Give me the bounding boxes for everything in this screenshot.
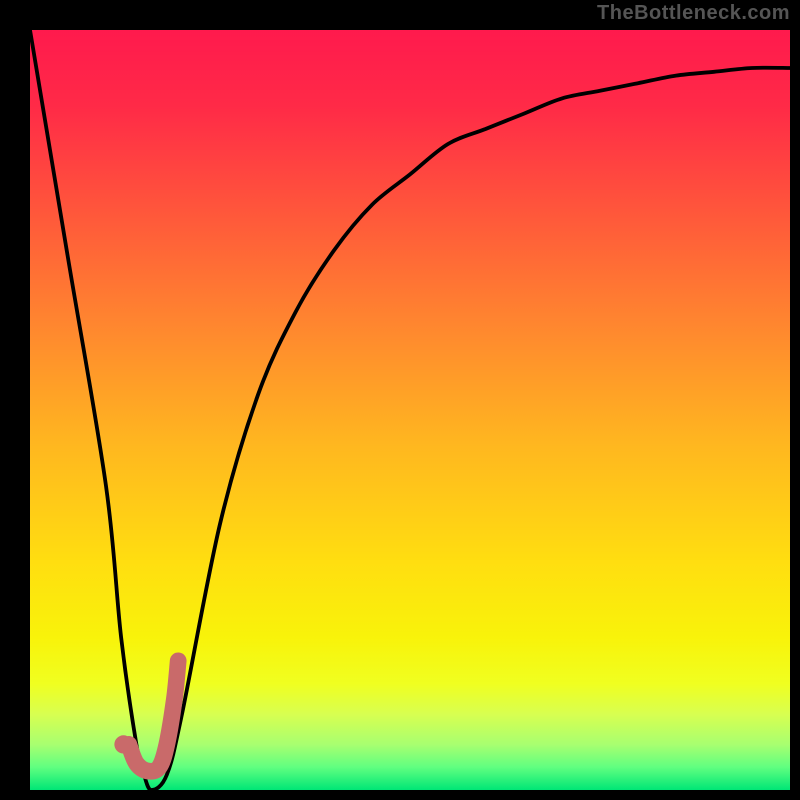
- selected-marker-dot: [114, 735, 132, 753]
- curve-layer: [30, 30, 790, 790]
- selected-marker-stroke: [129, 661, 178, 771]
- bottleneck-curve: [30, 30, 790, 790]
- plot-area: [30, 30, 790, 790]
- chart-container: TheBottleneck.com: [0, 0, 800, 800]
- watermark-text: TheBottleneck.com: [597, 2, 790, 25]
